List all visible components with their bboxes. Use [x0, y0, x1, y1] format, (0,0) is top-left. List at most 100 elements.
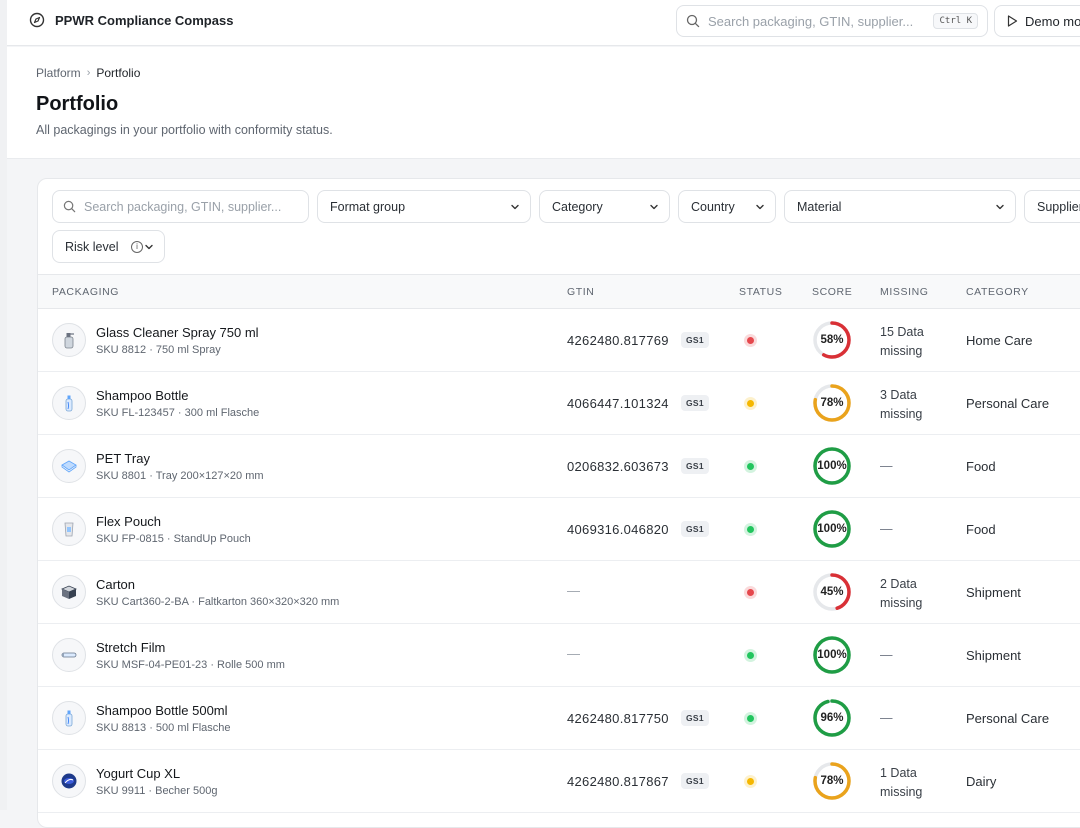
country-select[interactable]: Country — [678, 190, 776, 223]
page-title: Portfolio — [36, 93, 119, 115]
page-subtitle: All packagings in your portfolio with co… — [36, 123, 333, 137]
filter-search-input[interactable]: Search packaging, GTIN, supplier... — [52, 190, 309, 223]
supplier-select[interactable]: Supplier — [1024, 190, 1080, 223]
packaging-sku: SKU Cart360-2-BA · Faltkarton 360×320×32… — [96, 596, 340, 608]
missing-value: — — [880, 648, 893, 662]
packaging-sku: SKU 8812 · 750 ml Spray — [96, 344, 221, 356]
category-value: Home Care — [966, 333, 1033, 348]
missing-value: 15 Data missing — [880, 325, 924, 358]
shortcut-badge: Ctrl K — [933, 13, 978, 29]
app-title: PPWR Compliance Compass — [55, 12, 234, 28]
gtin-value: 4069316.046820 — [567, 522, 669, 537]
col-missing[interactable]: MISSING — [880, 286, 929, 298]
info-icon[interactable]: i — [131, 240, 143, 253]
category-select[interactable]: Category — [539, 190, 670, 223]
packaging-sku: SKU 8801 · Tray 200×127×20 mm — [96, 470, 264, 482]
gtin-value: 0206832.603673 — [567, 459, 669, 474]
packaging-name[interactable]: Carton — [96, 577, 135, 592]
missing-value: — — [880, 522, 893, 536]
status-dot — [744, 523, 757, 536]
packaging-name[interactable]: Shampoo Bottle — [96, 388, 189, 403]
supplier-label: Supplier — [1037, 199, 1080, 214]
gtin-empty: — — [567, 583, 580, 598]
search-icon — [686, 14, 700, 28]
portfolio-card: Search packaging, GTIN, supplier... Form… — [37, 178, 1080, 828]
global-search-placeholder: Search packaging, GTIN, supplier... — [708, 13, 914, 29]
breadcrumb: Platform › Portfolio — [36, 66, 140, 80]
bottle-icon — [52, 701, 86, 735]
breadcrumb-current: Portfolio — [96, 66, 141, 80]
score-value: 58% — [820, 334, 844, 346]
chevron-down-icon — [511, 204, 519, 209]
category-label: Category — [552, 199, 603, 214]
chevron-down-icon — [650, 204, 658, 209]
category-value: Food — [966, 459, 996, 474]
gs1-badge: GS1 — [681, 332, 709, 348]
packaging-sku: SKU 8813 · 500 ml Flasche — [96, 722, 231, 734]
table-row[interactable]: PET Tray SKU 8801 · Tray 200×127×20 mm 0… — [38, 435, 1080, 498]
format-group-label: Format group — [330, 199, 406, 214]
col-score[interactable]: SCORE — [812, 286, 852, 298]
chevron-down-icon — [996, 204, 1004, 209]
gtin-value: 4066447.101324 — [567, 396, 669, 411]
chevron-down-icon — [145, 244, 153, 249]
global-search-input[interactable]: Search packaging, GTIN, supplier... Ctrl… — [676, 5, 988, 37]
score-value: 100% — [817, 649, 847, 661]
spray-bottle-icon — [52, 323, 86, 357]
missing-value: 3 Data missing — [880, 388, 923, 421]
table-row[interactable]: Shampoo Bottle 500ml SKU 8813 · 500 ml F… — [38, 687, 1080, 750]
table-row[interactable]: Flex Pouch SKU FP-0815 · StandUp Pouch 4… — [38, 498, 1080, 561]
material-label: Material — [797, 199, 842, 214]
packaging-name[interactable]: Flex Pouch — [96, 514, 161, 529]
table-row[interactable]: Yogurt Cup XL SKU 9911 · Becher 500g 426… — [38, 750, 1080, 813]
gtin-value: 4262480.817769 — [567, 333, 669, 348]
brand[interactable]: PPWR Compliance Compass — [29, 12, 233, 28]
demo-mode-button[interactable]: Demo mode — [994, 5, 1080, 37]
packaging-sku: SKU FL-123457 · 300 ml Flasche — [96, 407, 260, 419]
score-value: 100% — [817, 460, 847, 472]
packaging-sku: SKU FP-0815 · StandUp Pouch — [96, 533, 251, 545]
packaging-name[interactable]: Yogurt Cup XL — [96, 766, 180, 781]
compass-icon — [29, 12, 45, 28]
gs1-badge: GS1 — [681, 395, 709, 411]
gs1-badge: GS1 — [681, 773, 709, 789]
breadcrumb-root[interactable]: Platform — [36, 66, 81, 80]
missing-value: — — [880, 459, 893, 473]
status-dot — [744, 334, 757, 347]
status-dot — [744, 775, 757, 788]
score-value: 78% — [820, 397, 844, 409]
format-group-select[interactable]: Format group — [317, 190, 531, 223]
filter-search-placeholder: Search packaging, GTIN, supplier... — [84, 199, 282, 214]
left-rail — [0, 0, 7, 810]
country-label: Country — [691, 199, 735, 214]
table-row[interactable]: Carton SKU Cart360-2-BA · Faltkarton 360… — [38, 561, 1080, 624]
packaging-name[interactable]: Glass Cleaner Spray 750 ml — [96, 325, 259, 340]
score-value: 78% — [820, 775, 844, 787]
missing-value: 1 Data missing — [880, 766, 923, 799]
col-packaging[interactable]: PACKAGING — [52, 286, 119, 298]
film-roll-icon — [52, 638, 86, 672]
category-value: Personal Care — [966, 711, 1050, 726]
missing-value: 2 Data missing — [880, 577, 923, 610]
table-row[interactable]: Glass Cleaner Spray 750 ml SKU 8812 · 75… — [38, 309, 1080, 372]
packaging-name[interactable]: Shampoo Bottle 500ml — [96, 703, 228, 718]
play-icon — [1007, 15, 1018, 27]
packaging-name[interactable]: Stretch Film — [96, 640, 165, 655]
table-row[interactable]: Stretch Film SKU MSF-04-PE01-23 · Rolle … — [38, 624, 1080, 687]
col-category[interactable]: CATEGORY — [966, 286, 1029, 298]
col-gtin[interactable]: GTIN — [567, 286, 594, 298]
bottle-icon — [52, 386, 86, 420]
packaging-name[interactable]: PET Tray — [96, 451, 150, 466]
col-status[interactable]: STATUS — [739, 286, 782, 298]
score-value: 96% — [820, 712, 844, 724]
material-select[interactable]: Material — [784, 190, 1016, 223]
table-header: PACKAGING GTIN STATUS SCORE MISSING CATE… — [38, 274, 1080, 309]
risk-level-select[interactable]: Risk level i — [52, 230, 165, 263]
missing-value: — — [880, 711, 893, 725]
table-row[interactable]: Shampoo Bottle SKU FL-123457 · 300 ml Fl… — [38, 372, 1080, 435]
pouch-icon — [52, 512, 86, 546]
demo-mode-label: Demo mode — [1025, 13, 1080, 29]
gs1-badge: GS1 — [681, 458, 709, 474]
search-icon — [63, 200, 76, 213]
gtin-value: 4262480.817750 — [567, 711, 669, 726]
